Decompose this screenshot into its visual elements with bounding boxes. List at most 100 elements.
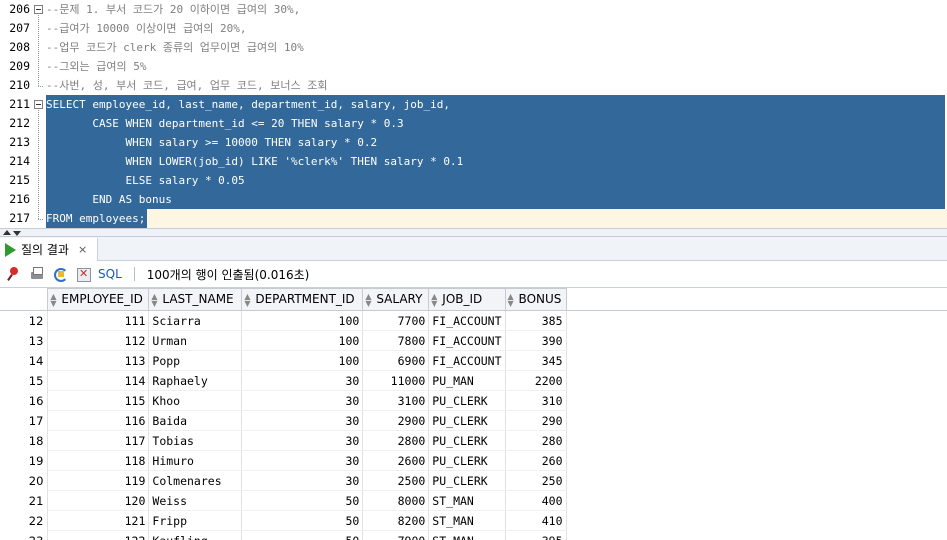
cell-salary[interactable]: 2600: [362, 450, 430, 471]
cell-last-name[interactable]: Colmenares: [148, 470, 243, 491]
column-header[interactable]: ▲ ▼ EMPLOYEE_ID: [47, 288, 150, 311]
sort-icon[interactable]: ▲ ▼: [50, 292, 59, 307]
code-line[interactable]: WHEN LOWER(job_id) LIKE '%clerk%' THEN s…: [46, 152, 463, 171]
cell-job-id[interactable]: ST_MAN: [428, 510, 506, 531]
code-line[interactable]: --업무 코드가 clerk 종류의 업무이면 급여의 10%: [46, 38, 304, 57]
cell-employee-id[interactable]: 119: [47, 470, 150, 491]
table-row[interactable]: 13 112 Urman 100 7800 FI_ACCOUNT 390: [0, 330, 947, 351]
cell-bonus[interactable]: 345: [505, 350, 567, 371]
cell-department-id[interactable]: 100: [241, 350, 364, 371]
cell-employee-id[interactable]: 113: [47, 350, 150, 371]
cell-employee-id[interactable]: 114: [47, 370, 150, 391]
cell-salary[interactable]: 3100: [362, 390, 430, 411]
cell-employee-id[interactable]: 115: [47, 390, 150, 411]
pin-icon[interactable]: [5, 265, 23, 283]
cell-bonus[interactable]: 310: [505, 390, 567, 411]
sql-button[interactable]: SQL: [98, 267, 122, 281]
code-line[interactable]: --문제 1. 부서 코드가 20 이하이면 급여의 30%,: [46, 0, 300, 19]
cell-last-name[interactable]: Raphaely: [148, 370, 243, 391]
cell-department-id[interactable]: 100: [241, 310, 364, 331]
cell-salary[interactable]: 2500: [362, 470, 430, 491]
tab-close-icon[interactable]: ×: [78, 243, 87, 256]
cell-department-id[interactable]: 50: [241, 510, 364, 531]
cell-salary[interactable]: 2900: [362, 410, 430, 431]
table-row[interactable]: 18 117 Tobias 30 2800 PU_CLERK 280: [0, 430, 947, 451]
row-number[interactable]: 13: [0, 330, 49, 351]
cell-salary[interactable]: 6900: [362, 350, 430, 371]
table-row[interactable]: 16 115 Khoo 30 3100 PU_CLERK 310: [0, 390, 947, 411]
row-number[interactable]: 23: [0, 530, 49, 540]
cell-department-id[interactable]: 30: [241, 450, 364, 471]
code-line[interactable]: FROM employees;: [46, 209, 148, 228]
sort-icon[interactable]: ▲ ▼: [431, 292, 440, 307]
cell-bonus[interactable]: 260: [505, 450, 567, 471]
cell-job-id[interactable]: FI_ACCOUNT: [428, 330, 506, 351]
cell-bonus[interactable]: 385: [505, 310, 567, 331]
cell-salary[interactable]: 7700: [362, 310, 430, 331]
cell-department-id[interactable]: 30: [241, 430, 364, 451]
code-line[interactable]: SELECT employee_id, last_name, departmen…: [46, 95, 450, 114]
cell-employee-id[interactable]: 112: [47, 330, 150, 351]
cell-salary[interactable]: 7800: [362, 330, 430, 351]
cell-last-name[interactable]: Tobias: [148, 430, 243, 451]
cell-department-id[interactable]: 30: [241, 370, 364, 391]
result-grid[interactable]: ▲ ▼ EMPLOYEE_ID ▲ ▼ LAST_NAME ▲ ▼ DEPARTMENT_I…: [0, 287, 947, 540]
cell-job-id[interactable]: PU_MAN: [428, 370, 506, 391]
row-number[interactable]: 17: [0, 410, 49, 431]
cell-bonus[interactable]: 250: [505, 470, 567, 491]
cell-bonus[interactable]: 280: [505, 430, 567, 451]
collapse-down-icon[interactable]: [13, 231, 21, 236]
cell-last-name[interactable]: Himuro: [148, 450, 243, 471]
cell-employee-id[interactable]: 120: [47, 490, 150, 511]
cell-last-name[interactable]: Baida: [148, 410, 243, 431]
cell-job-id[interactable]: FI_ACCOUNT: [428, 350, 506, 371]
cell-bonus[interactable]: 390: [505, 330, 567, 351]
sort-icon[interactable]: ▲ ▼: [365, 292, 374, 307]
column-header[interactable]: ▲ ▼ BONUS: [504, 288, 567, 311]
cell-job-id[interactable]: PU_CLERK: [428, 410, 506, 431]
column-header[interactable]: ▲ ▼ LAST_NAME: [148, 288, 243, 311]
cell-employee-id[interactable]: 111: [47, 310, 150, 331]
row-number[interactable]: 18: [0, 430, 49, 451]
row-number[interactable]: 20: [0, 470, 49, 491]
cell-bonus[interactable]: 2200: [505, 370, 567, 391]
print-icon[interactable]: [28, 265, 46, 283]
code-line[interactable]: --급여가 10000 이상이면 급여의 20%,: [46, 19, 247, 38]
row-number[interactable]: 12: [0, 310, 49, 331]
row-number[interactable]: 14: [0, 350, 49, 371]
fold-toggle-icon[interactable]: [34, 5, 43, 14]
table-row[interactable]: 21 120 Weiss 50 8000 ST_MAN 400: [0, 490, 947, 511]
cell-job-id[interactable]: ST_MAN: [428, 530, 506, 540]
cell-employee-id[interactable]: 121: [47, 510, 150, 531]
cell-bonus[interactable]: 395: [505, 530, 567, 540]
column-header[interactable]: ▲ ▼ JOB_ID: [428, 288, 506, 311]
table-row[interactable]: 23122Kaufling507900ST_MAN395: [0, 530, 947, 540]
clear-icon[interactable]: [74, 265, 92, 283]
row-number[interactable]: 22: [0, 510, 49, 531]
cell-employee-id[interactable]: 122: [47, 530, 150, 540]
row-number[interactable]: 19: [0, 450, 49, 471]
cell-department-id[interactable]: 50: [241, 530, 364, 540]
cell-last-name[interactable]: Khoo: [148, 390, 243, 411]
cell-department-id[interactable]: 100: [241, 330, 364, 351]
column-header[interactable]: ▲ ▼ SALARY: [362, 288, 430, 311]
cell-last-name[interactable]: Urman: [148, 330, 243, 351]
table-row[interactable]: 14 113 Popp 100 6900 FI_ACCOUNT 345: [0, 350, 947, 371]
table-row[interactable]: 20 119 Colmenares 30 2500 PU_CLERK 250: [0, 470, 947, 491]
cell-bonus[interactable]: 290: [505, 410, 567, 431]
code-line[interactable]: --사번, 성, 부서 코드, 급여, 업무 코드, 보너스 조회: [46, 76, 328, 95]
code-area[interactable]: --문제 1. 부서 코드가 20 이하이면 급여의 30%, --급여가 100…: [46, 0, 947, 228]
cell-bonus[interactable]: 410: [505, 510, 567, 531]
cell-salary[interactable]: 8000: [362, 490, 430, 511]
table-row[interactable]: 12 111 Sciarra 100 7700 FI_ACCOUNT 385: [0, 310, 947, 331]
refresh-icon[interactable]: [51, 265, 69, 283]
cell-job-id[interactable]: PU_CLERK: [428, 430, 506, 451]
cell-department-id[interactable]: 30: [241, 410, 364, 431]
cell-job-id[interactable]: PU_CLERK: [428, 470, 506, 491]
cell-job-id[interactable]: PU_CLERK: [428, 450, 506, 471]
row-number[interactable]: 16: [0, 390, 49, 411]
cell-last-name[interactable]: Kaufling: [148, 530, 243, 540]
cell-employee-id[interactable]: 116: [47, 410, 150, 431]
cell-department-id[interactable]: 30: [241, 390, 364, 411]
cell-bonus[interactable]: 400: [505, 490, 567, 511]
